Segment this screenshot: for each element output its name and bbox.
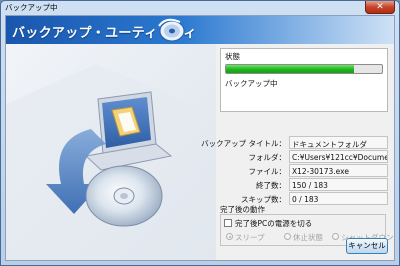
folder-value: C:¥Users¥121cc¥Documen xyxy=(289,150,388,163)
shutdown-checkbox-label[interactable]: 完了後PCの電源を切る xyxy=(235,218,312,229)
radio-hibernate-label[interactable]: 休止状態 xyxy=(293,232,323,243)
file-value: X12-30173.exe xyxy=(289,164,388,177)
backup-computer-illustration-icon xyxy=(6,44,216,260)
radio-sleep[interactable] xyxy=(226,233,233,240)
radio-shutdown[interactable] xyxy=(332,233,339,240)
shutdown-checkbox[interactable] xyxy=(224,219,232,227)
backup-progress-window: バックアップ中 ✕ バックアップ・ユーティリティ 状態 バックアップ中 バックア… xyxy=(0,0,400,266)
backup-title-value: ドキュメントフォルダ xyxy=(289,136,388,149)
folder-label: フォルダ： xyxy=(248,153,287,162)
backup-status-panel: 状態 バックアップ中 バックアップ タイトル： ドキュメントフォルダ フォルダ：… xyxy=(201,44,394,260)
disc-logo-icon xyxy=(158,18,185,42)
radio-hibernate[interactable] xyxy=(284,233,291,240)
window-title: バックアップ中 xyxy=(5,3,58,12)
backup-title-label: バックアップ タイトル： xyxy=(201,139,286,148)
completed-count-value: 150 / 183 xyxy=(289,178,388,191)
backup-illustration xyxy=(6,44,216,260)
title-bar: バックアップ中 ✕ xyxy=(1,1,399,14)
close-button[interactable]: ✕ xyxy=(365,1,395,14)
file-label: ファイル： xyxy=(248,167,287,176)
progress-bar xyxy=(225,64,383,74)
banner: バックアップ・ユーティリティ xyxy=(6,16,394,44)
info-row-folder: フォルダ： C:¥Users¥121cc¥Documen xyxy=(216,150,388,163)
cancel-button[interactable]: キャンセル xyxy=(346,238,388,254)
progress-bar-fill xyxy=(226,65,354,73)
info-row-file: ファイル： X12-30173.exe xyxy=(216,164,388,177)
status-caption: 状態 xyxy=(225,52,240,61)
info-row-completed: 終了数： 150 / 183 xyxy=(216,178,388,191)
info-row-backup-title: バックアップ タイトル： ドキュメントフォルダ xyxy=(201,136,388,149)
dialog-body: バックアップ・ユーティリティ 状態 バックアップ中 バックアップ タイトル： ド… xyxy=(5,15,395,261)
completed-count-label: 終了数： xyxy=(256,181,286,190)
status-text: バックアップ中 xyxy=(225,79,278,88)
status-group: 状態 バックアップ中 xyxy=(220,48,388,112)
radio-sleep-label[interactable]: スリープ xyxy=(235,232,265,243)
